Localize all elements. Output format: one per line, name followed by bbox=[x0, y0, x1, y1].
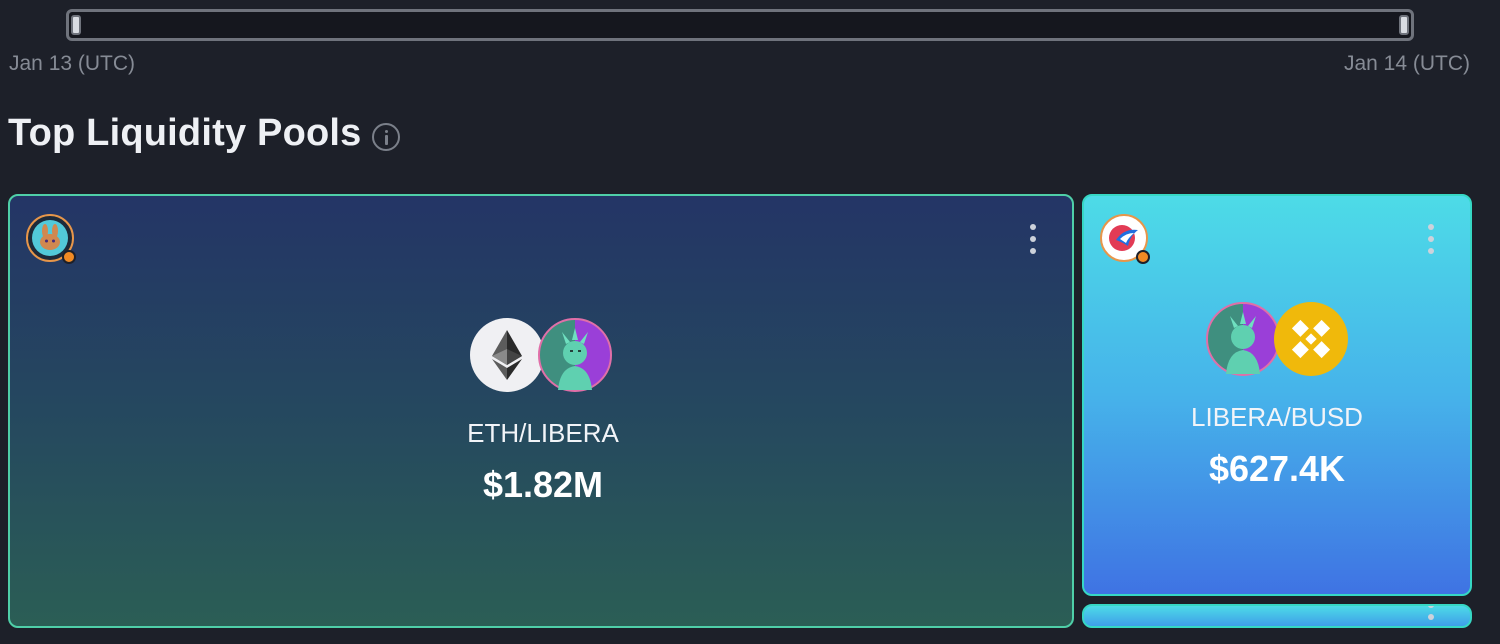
libera-statue-icon bbox=[1206, 302, 1280, 376]
ethereum-icon bbox=[470, 318, 544, 392]
more-vertical-icon[interactable] bbox=[1428, 224, 1434, 258]
token-pair-icons bbox=[470, 318, 612, 392]
pool-liquidity-value: $627.4K bbox=[1208, 448, 1346, 489]
section-title: Top Liquidity Pools bbox=[8, 112, 362, 154]
range-start-handle[interactable] bbox=[71, 15, 81, 35]
range-start-label: Jan 13 (UTC) bbox=[9, 52, 136, 75]
pool-pair-label: LIBERA/BUSD bbox=[1191, 402, 1363, 432]
range-end-label: Jan 14 (UTC) bbox=[1343, 52, 1470, 75]
status-dot bbox=[62, 250, 76, 264]
status-dot bbox=[1136, 250, 1150, 264]
more-vertical-icon[interactable] bbox=[1428, 606, 1434, 626]
busd-icon bbox=[1274, 302, 1348, 376]
more-vertical-icon[interactable] bbox=[1030, 224, 1036, 258]
range-end-handle[interactable] bbox=[1399, 15, 1409, 35]
info-icon[interactable] bbox=[371, 122, 400, 151]
timeline-range-slider[interactable] bbox=[66, 9, 1414, 41]
pool-card-partial[interactable] bbox=[1082, 604, 1472, 628]
token-pair-icons bbox=[1206, 302, 1348, 376]
pool-pair-label: ETH/LIBERA bbox=[467, 418, 619, 448]
pool-card-eth-libera[interactable]: ETH/LIBERA $1.82M bbox=[8, 194, 1074, 628]
pancakeswap-bunny-icon bbox=[26, 214, 76, 264]
pool-card-libera-busd[interactable]: LIBERA/BUSD $627.4K bbox=[1082, 194, 1472, 596]
pool-liquidity-value: $1.82M bbox=[482, 464, 604, 505]
section-header: Top Liquidity Pools bbox=[8, 112, 400, 155]
libera-statue-icon bbox=[538, 318, 612, 392]
biswap-bird-icon bbox=[1100, 214, 1150, 264]
